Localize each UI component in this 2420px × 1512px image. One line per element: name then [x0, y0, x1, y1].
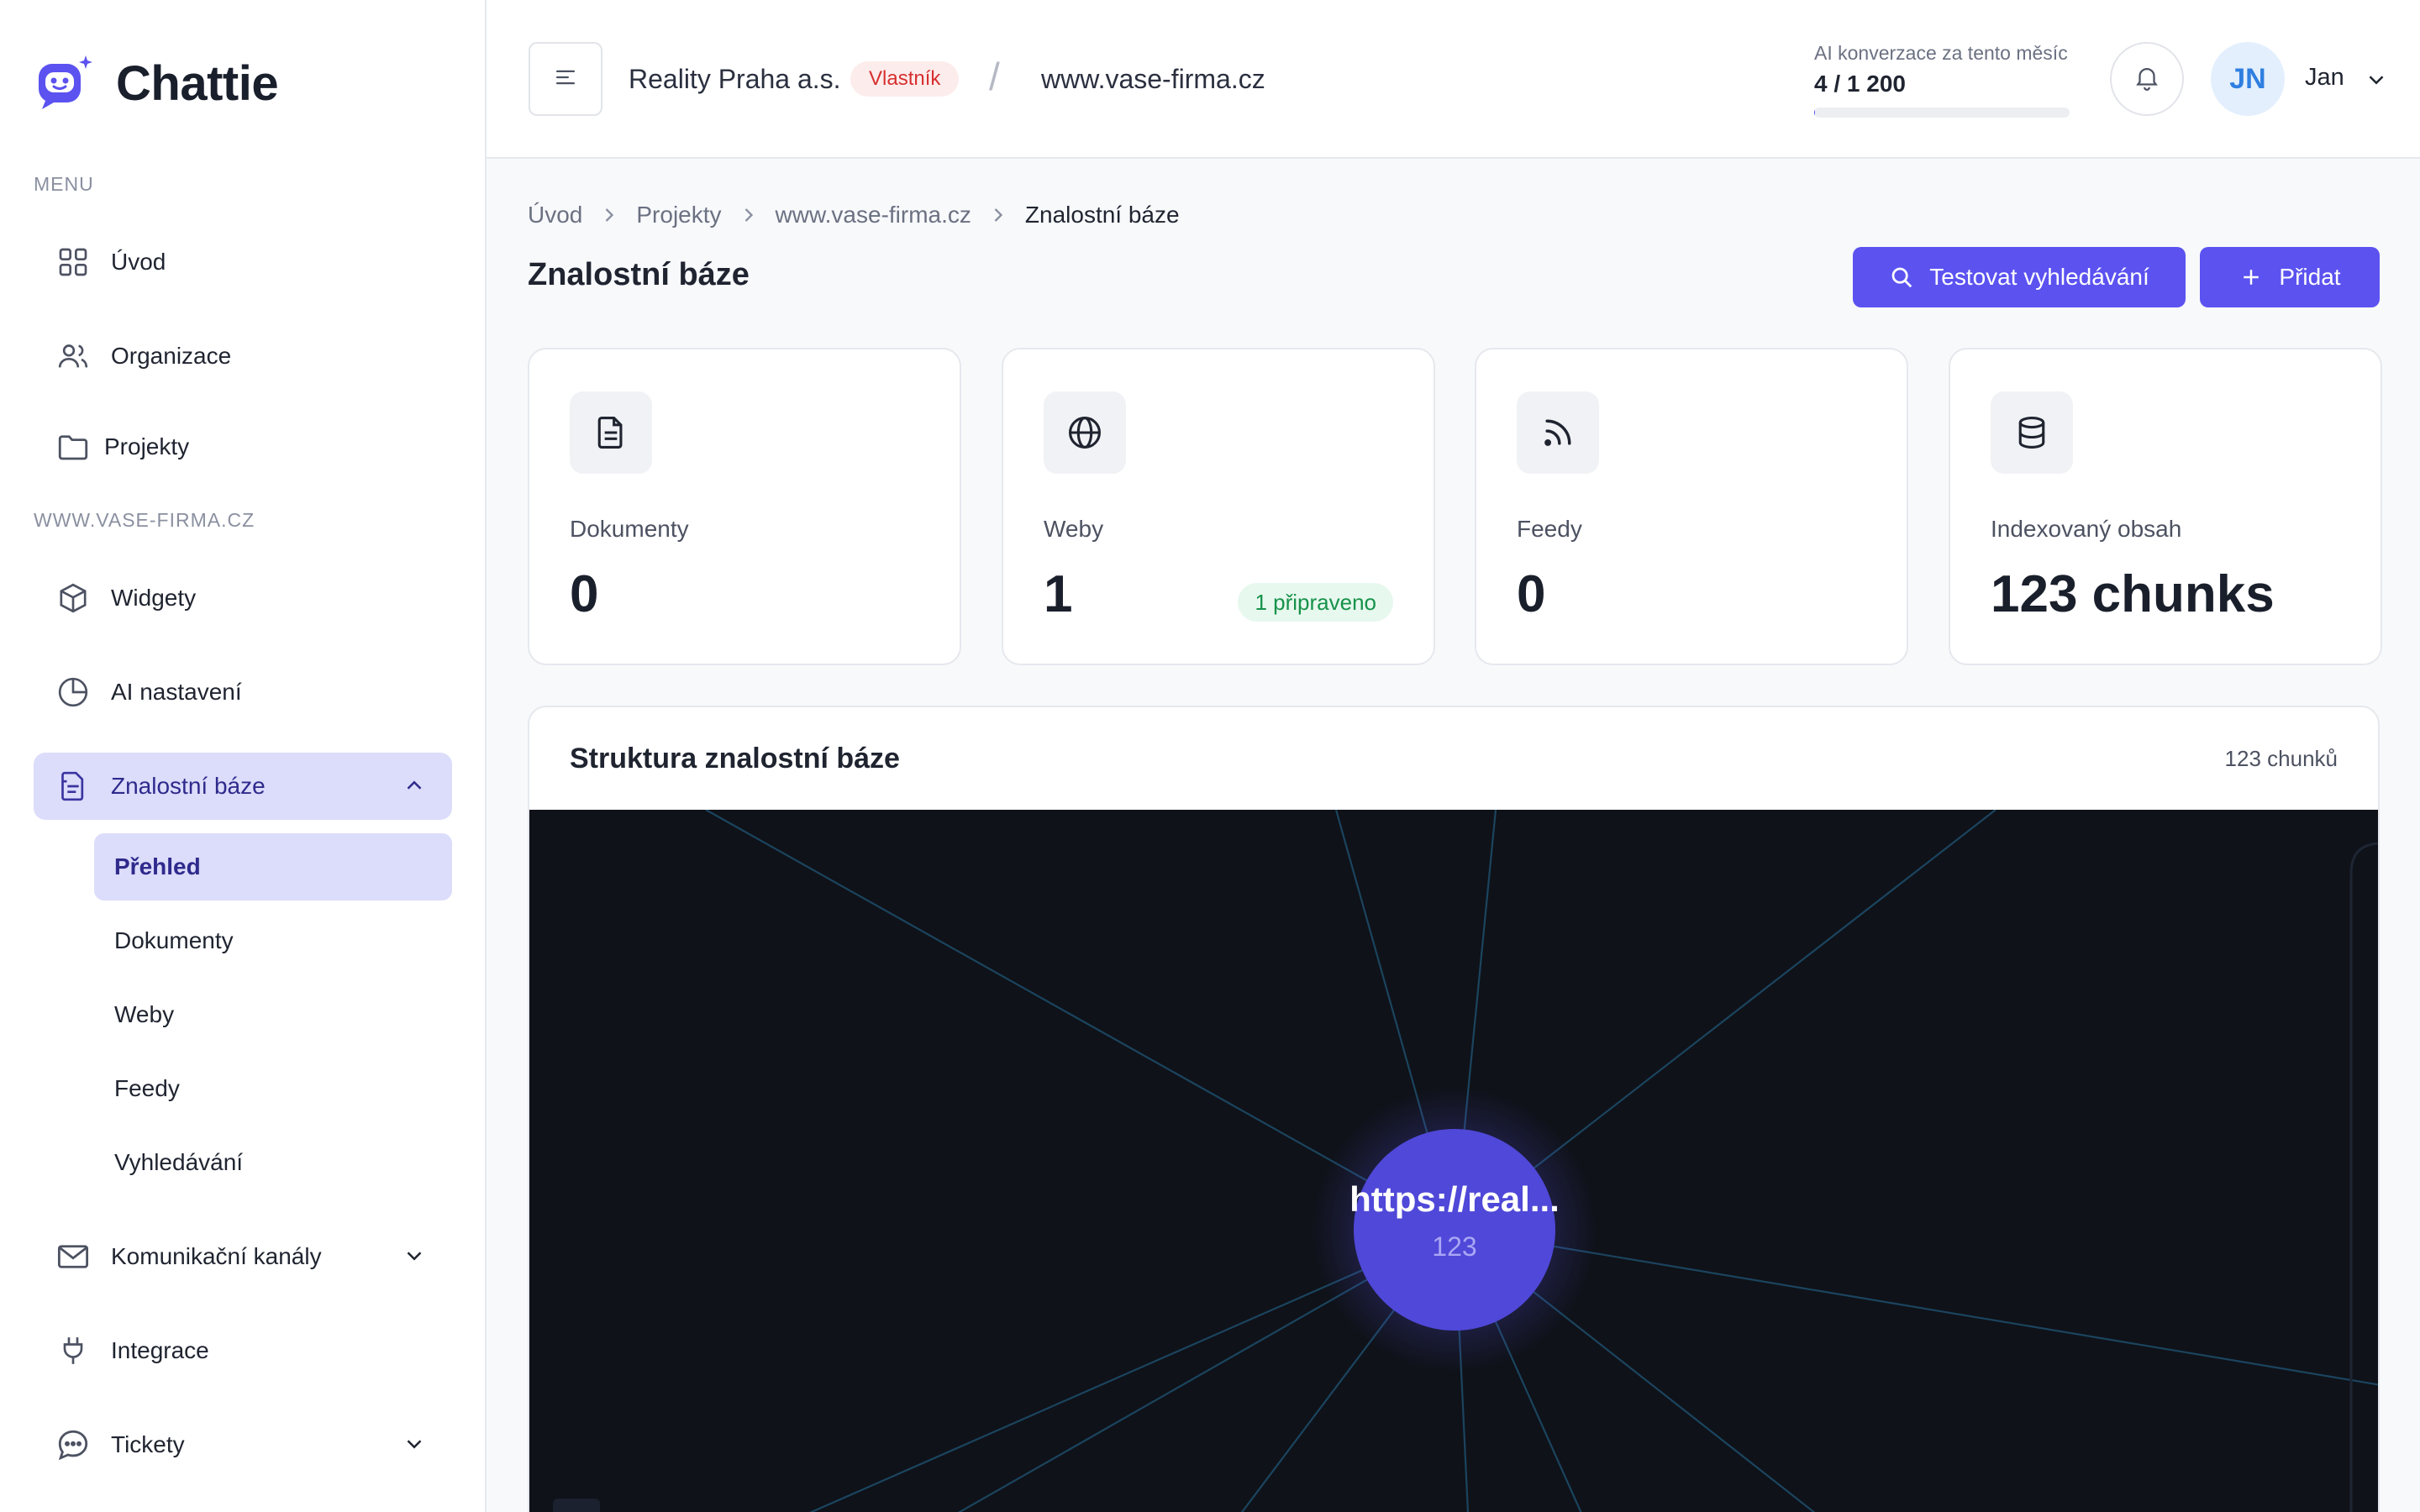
folder-icon — [55, 429, 91, 465]
subnav-item-weby[interactable]: Weby — [94, 981, 452, 1048]
sidebar-item-label: Widgety — [111, 585, 197, 611]
rss-icon — [1517, 391, 1599, 474]
stat-card-dokumenty[interactable]: Dokumenty 0 — [528, 348, 961, 665]
stat-label: Indexovaný obsah — [1991, 516, 2182, 542]
sidebar-item-komunikacni-kanaly[interactable]: Komunikační kanály — [34, 1223, 452, 1290]
usage-value: 4 / 1 200 — [1814, 71, 1906, 97]
chevron-down-icon — [402, 1243, 427, 1268]
sidebar-item-widgety[interactable]: Widgety — [34, 564, 452, 632]
bell-icon — [2133, 63, 2161, 96]
app-logo[interactable]: Chattie — [35, 54, 279, 113]
graph-edges — [553, 810, 2378, 1512]
mail-icon — [55, 1239, 91, 1274]
stat-card-indexovany-obsah[interactable]: Indexovaný obsah 123 chunks — [1949, 348, 2382, 665]
users-icon — [55, 339, 91, 374]
globe-icon — [1044, 391, 1126, 474]
chattie-logo-icon — [35, 54, 94, 113]
sidebar-item-uvod[interactable]: Úvod — [34, 228, 452, 296]
add-button[interactable]: Přidat — [2200, 247, 2380, 307]
subnav-item-vyhledavani[interactable]: Vyhledávání — [94, 1129, 452, 1196]
chevron-right-icon — [597, 203, 621, 227]
chevron-up-icon — [402, 773, 427, 798]
sidebar-item-label: AI nastavení — [111, 679, 242, 705]
project-section-label: WWW.VASE-FIRMA.CZ — [34, 509, 255, 531]
chevron-down-icon[interactable] — [2364, 67, 2389, 92]
document-icon — [55, 769, 91, 804]
usage-progress-bar — [1814, 108, 2070, 118]
menu-icon — [551, 63, 580, 96]
knowledge-graph-canvas[interactable]: https://real... 123 — [529, 810, 2378, 1512]
usage-label: AI konverzace za tento měsíc — [1814, 42, 2068, 64]
sidebar-item-organizace[interactable]: Organizace — [34, 323, 452, 390]
graph-node-label[interactable]: https://real... — [1328, 1179, 1581, 1220]
add-button-label: Přidat — [2279, 264, 2341, 290]
sidebar: Chattie MENU Úvod Organizace Projekty WW… — [0, 0, 487, 1512]
user-avatar[interactable]: JN — [2211, 42, 2285, 116]
chevron-right-icon — [986, 203, 1010, 227]
test-search-button[interactable]: Testovat vyhledávání — [1853, 247, 2186, 307]
grid-icon — [55, 244, 91, 280]
breadcrumb-item-current: Znalostní báze — [1024, 202, 1180, 228]
top-header: Reality Praha a.s. Vlastník / www.vase-f… — [487, 0, 2420, 159]
menu-toggle-button[interactable] — [529, 42, 602, 116]
stat-label: Dokumenty — [570, 516, 689, 542]
breadcrumb: Úvod Projekty www.vase-firma.cz Znalostn… — [528, 202, 1180, 228]
sidebar-item-integrace[interactable]: Integrace — [34, 1317, 452, 1384]
sidebar-item-label: Integrace — [111, 1337, 209, 1363]
pie-chart-icon — [55, 675, 91, 710]
role-badge: Vlastník — [850, 61, 960, 97]
stat-card-weby[interactable]: Weby 1 1 připraveno — [1002, 348, 1435, 665]
header-separator: / — [989, 55, 1000, 98]
notifications-button[interactable] — [2110, 42, 2184, 116]
sidebar-item-ai-nastaveni[interactable]: AI nastavení — [34, 659, 452, 726]
sidebar-item-label: Znalostní báze — [111, 773, 266, 799]
stat-label: Feedy — [1517, 516, 1582, 542]
file-text-icon — [570, 391, 652, 474]
stat-value: 0 — [570, 565, 599, 623]
page-title: Znalostní báze — [528, 257, 750, 292]
cube-icon — [55, 580, 91, 616]
graph-node-count: 123 — [1432, 1231, 1477, 1262]
organization-name[interactable]: Reality Praha a.s. — [629, 64, 841, 95]
project-site-name[interactable]: www.vase-firma.cz — [1041, 64, 1265, 95]
subnav-item-prehled[interactable]: Přehled — [94, 833, 452, 900]
sidebar-item-projekty[interactable]: Projekty — [34, 413, 452, 480]
plug-icon — [55, 1333, 91, 1368]
status-badge: 1 připraveno — [1238, 583, 1393, 622]
test-search-button-label: Testovat vyhledávání — [1929, 264, 2149, 290]
sidebar-item-label: Úvod — [111, 249, 166, 275]
stat-value: 1 — [1044, 565, 1073, 623]
stat-label: Weby — [1044, 516, 1104, 542]
chat-bubble-icon — [55, 1427, 91, 1462]
stat-value: 123 chunks — [1991, 565, 2275, 623]
sidebar-item-tickety[interactable]: Tickety — [34, 1411, 452, 1478]
plus-icon — [2238, 265, 2264, 290]
sidebar-item-label: Tickety — [111, 1431, 185, 1457]
subnav-item-dokumenty[interactable]: Dokumenty — [94, 907, 452, 974]
usage-progress-fill — [1814, 108, 1815, 118]
stat-value: 0 — [1517, 565, 1546, 623]
chevron-down-icon — [402, 1431, 427, 1457]
subnav-item-feedy[interactable]: Feedy — [94, 1055, 452, 1122]
app-name: Chattie — [116, 55, 279, 111]
breadcrumb-item-site[interactable]: www.vase-firma.cz — [776, 202, 971, 228]
structure-chunk-count: 123 chunků — [2224, 746, 2338, 771]
sidebar-item-znalostni-baze[interactable]: Znalostní báze — [34, 753, 452, 820]
knowledge-structure-card: Struktura znalostní báze 123 chunků http… — [528, 706, 2380, 1512]
search-icon — [1889, 265, 1914, 290]
chevron-right-icon — [737, 203, 760, 227]
structure-title: Struktura znalostní báze — [570, 743, 900, 774]
menu-section-label: MENU — [34, 173, 94, 195]
sidebar-item-label: Organizace — [111, 343, 232, 369]
breadcrumb-item-uvod[interactable]: Úvod — [528, 202, 582, 228]
database-icon — [1991, 391, 2073, 474]
user-name[interactable]: Jan — [2305, 64, 2344, 92]
sidebar-item-label: Projekty — [104, 433, 190, 459]
sidebar-item-label: Komunikační kanály — [111, 1243, 322, 1269]
breadcrumb-item-projekty[interactable]: Projekty — [636, 202, 721, 228]
stat-card-feedy[interactable]: Feedy 0 — [1475, 348, 1908, 665]
